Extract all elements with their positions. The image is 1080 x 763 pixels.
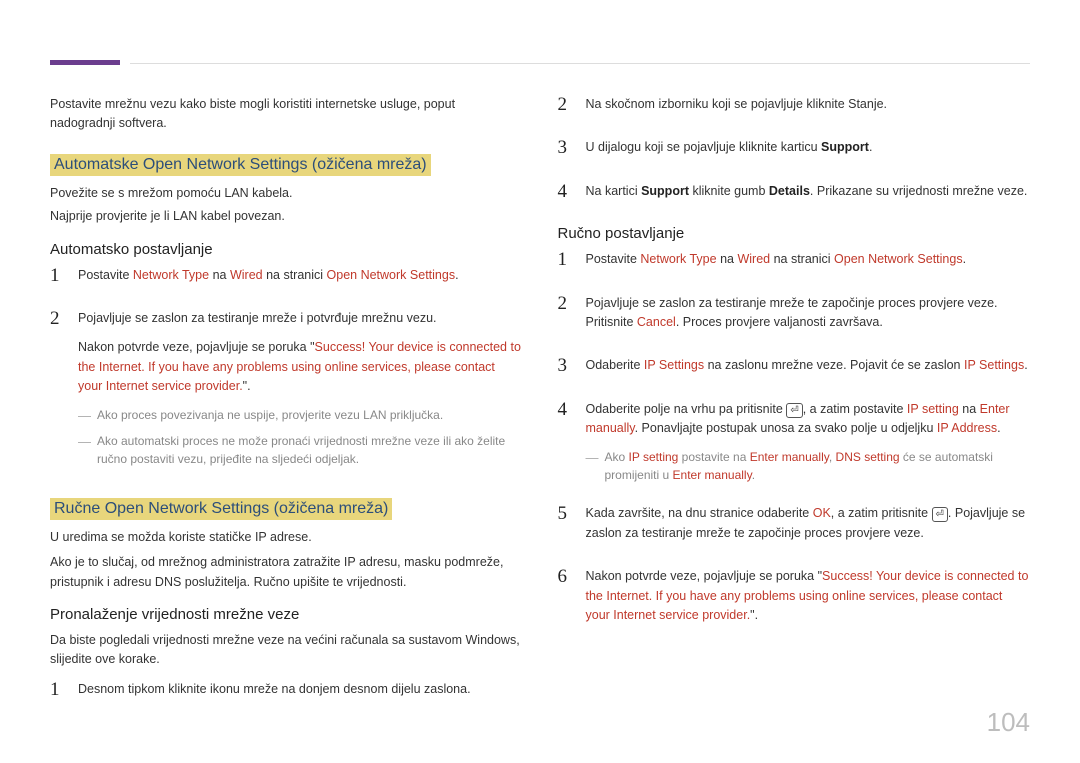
left-column: Postavite mrežnu vezu kako biste mogli k… xyxy=(50,95,523,723)
step-number: 3 xyxy=(558,356,572,377)
step-number: 1 xyxy=(558,250,572,271)
section-title-manual: Ručne Open Network Settings (ožičena mre… xyxy=(50,498,392,520)
page-number: 104 xyxy=(987,707,1030,738)
find-steps-cont: 2 Na skočnom izborniku koji se pojavljuj… xyxy=(558,95,1031,211)
header-divider xyxy=(130,63,1030,64)
step-body: Na skočnom izborniku koji se pojavljuje … xyxy=(586,95,1031,124)
accent-bar xyxy=(50,60,120,65)
manual-step-4: 4 Odaberite polje na vrhu pa pritisnite … xyxy=(558,400,1031,491)
dash-note-3: ― Ako IP setting postavite na Enter manu… xyxy=(586,448,1031,484)
manual-step-1: 1 Postavite Network Type na Wired na str… xyxy=(558,250,1031,279)
dash-note-1: ― Ako proces povezivanja ne uspije, prov… xyxy=(78,406,523,426)
manual-step-3: 3 Odaberite IP Settings na zaslonu mrežn… xyxy=(558,356,1031,385)
subheading-manual-setup: Ručno postavljanje xyxy=(558,225,1031,242)
find-steps: 1 Desnom tipkom kliknite ikonu mreže na … xyxy=(50,680,523,709)
dash-icon: ― xyxy=(78,406,91,426)
find-step-1: 1 Desnom tipkom kliknite ikonu mreže na … xyxy=(50,680,523,709)
section-title-auto: Automatske Open Network Settings (ožičen… xyxy=(50,154,431,176)
step-number: 1 xyxy=(50,680,64,701)
intro-text: Postavite mrežnu vezu kako biste mogli k… xyxy=(50,95,523,134)
step-number: 5 xyxy=(558,504,572,525)
step-body: Desnom tipkom kliknite ikonu mreže na do… xyxy=(78,680,523,709)
dash-icon: ― xyxy=(78,432,91,468)
step-body: Odaberite IP Settings na zaslonu mrežne … xyxy=(586,356,1031,385)
step-body: Postavite Network Type na Wired na stran… xyxy=(586,250,1031,279)
dash-note-2: ― Ako automatski proces ne može pronaći … xyxy=(78,432,523,468)
manual-line2: Ako je to slučaj, od mrežnog administrat… xyxy=(50,553,523,592)
content-columns: Postavite mrežnu vezu kako biste mogli k… xyxy=(50,95,1030,723)
right-column: 2 Na skočnom izborniku koji se pojavljuj… xyxy=(558,95,1031,723)
step-body: Pojavljuje se zaslon za testiranje mreže… xyxy=(78,309,523,474)
step-body: Pojavljuje se zaslon za testiranje mreže… xyxy=(586,294,1031,343)
step-number: 2 xyxy=(50,309,64,330)
step-body: Na kartici Support kliknite gumb Details… xyxy=(586,182,1031,211)
step-number: 4 xyxy=(558,182,572,203)
step-number: 2 xyxy=(558,294,572,315)
manual-line1: U uredima se možda koriste statičke IP a… xyxy=(50,528,523,547)
auto-line2: Najprije provjerite je li LAN kabel pove… xyxy=(50,207,523,226)
step-number: 6 xyxy=(558,567,572,588)
manual-step-2: 2 Pojavljuje se zaslon za testiranje mre… xyxy=(558,294,1031,343)
step-number: 1 xyxy=(50,266,64,287)
manual-step-6: 6 Nakon potvrde veze, pojavljuje se poru… xyxy=(558,567,1031,635)
find-values-intro: Da biste pogledali vrijednosti mrežne ve… xyxy=(50,631,523,670)
step-number: 2 xyxy=(558,95,572,116)
dash-icon: ― xyxy=(586,448,599,484)
enter-icon xyxy=(932,506,948,520)
step-body: Kada završite, na dnu stranice odaberite… xyxy=(586,504,1031,553)
step-body: U dijalogu koji se pojavljuje kliknite k… xyxy=(586,138,1031,167)
find-step-4: 4 Na kartici Support kliknite gumb Detai… xyxy=(558,182,1031,211)
auto-step-1: 1 Postavite Network Type na Wired na str… xyxy=(50,266,523,295)
step-number: 4 xyxy=(558,400,572,421)
manual-step-5: 5 Kada završite, na dnu stranice odaberi… xyxy=(558,504,1031,553)
enter-icon xyxy=(786,402,802,416)
find-step-3: 3 U dijalogu koji se pojavljuje kliknite… xyxy=(558,138,1031,167)
auto-step-2: 2 Pojavljuje se zaslon za testiranje mre… xyxy=(50,309,523,474)
subheading-find-values: Pronalaženje vrijednosti mrežne veze xyxy=(50,606,523,623)
step-body: Nakon potvrde veze, pojavljuje se poruka… xyxy=(586,567,1031,635)
auto-steps: 1 Postavite Network Type na Wired na str… xyxy=(50,266,523,474)
step-number: 3 xyxy=(558,138,572,159)
auto-line1: Povežite se s mrežom pomoću LAN kabela. xyxy=(50,184,523,203)
step-body: Postavite Network Type na Wired na stran… xyxy=(78,266,523,295)
step-body: Odaberite polje na vrhu pa pritisnite , … xyxy=(586,400,1031,491)
find-step-2: 2 Na skočnom izborniku koji se pojavljuj… xyxy=(558,95,1031,124)
subheading-auto-setup: Automatsko postavljanje xyxy=(50,241,523,258)
manual-steps: 1 Postavite Network Type na Wired na str… xyxy=(558,250,1031,635)
